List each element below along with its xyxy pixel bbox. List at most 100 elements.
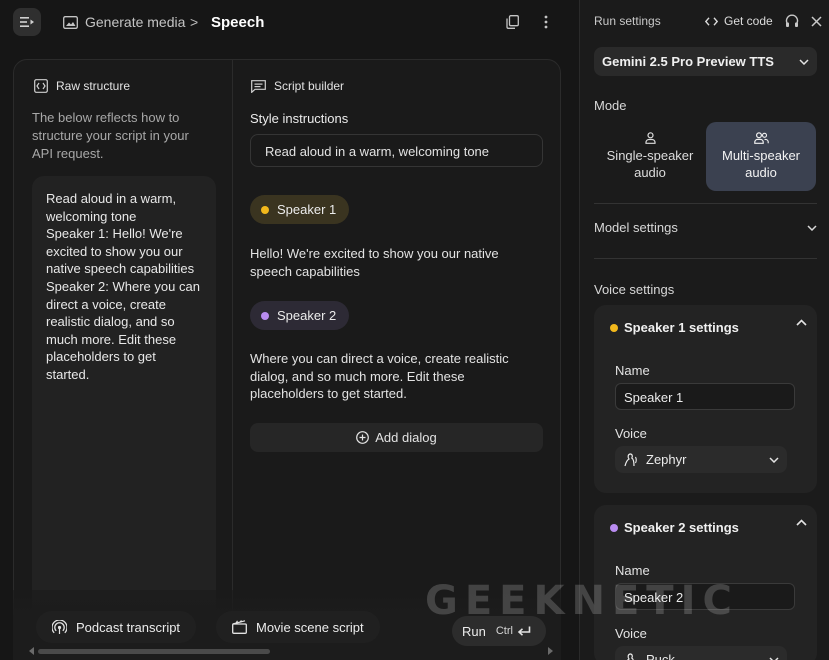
- chevron-up-icon[interactable]: [796, 319, 807, 326]
- menu-collapse-icon: [20, 17, 34, 27]
- people-icon: [753, 132, 769, 144]
- run-settings-panel: Run settings Get code Gemini 2.5 Pro Pre…: [579, 0, 829, 660]
- speaker-1-name-label: Name: [615, 363, 650, 378]
- speaker-1-dialog[interactable]: Hello! We're excited to show you our nat…: [250, 245, 540, 280]
- model-settings-label: Model settings: [594, 220, 678, 235]
- podcast-icon: [52, 619, 67, 634]
- speaker-1-settings-title: Speaker 1 settings: [624, 320, 739, 335]
- speaker-1-voice-label: Voice: [615, 426, 647, 441]
- speaker-1-voice-value: Zephyr: [646, 452, 687, 467]
- column-divider: [232, 60, 233, 660]
- add-circle-icon: [356, 431, 370, 444]
- chevron-down-icon: [799, 58, 809, 65]
- copy-button[interactable]: [504, 14, 520, 30]
- speaker-1-voice-select[interactable]: Zephyr: [615, 446, 787, 473]
- speaker-1-chip[interactable]: Speaker 1: [250, 195, 350, 224]
- raw-structure-header: Raw structure: [34, 79, 130, 93]
- mode-multi-speaker-option[interactable]: Multi-speaker audio: [706, 122, 816, 191]
- speaker-1-settings-dot: [610, 323, 618, 332]
- movie-icon: [232, 620, 247, 634]
- style-instructions-input[interactable]: Read aloud in a warm, welcoming tone: [250, 134, 543, 167]
- speaker-2-name-label: Name: [615, 563, 650, 578]
- voice-icon: [626, 652, 635, 660]
- speaker-1-voice-value-wrap: Zephyr: [623, 452, 686, 467]
- top-bar: Generate media > Speech: [0, 0, 579, 46]
- movie-scene-script-label: Movie scene script: [256, 619, 364, 635]
- model-select[interactable]: Gemini 2.5 Pro Preview TTS: [594, 47, 817, 76]
- speaker-1-dot: [261, 205, 269, 214]
- get-code-label: Get code: [724, 14, 773, 28]
- voice-icon: [624, 452, 637, 466]
- raw-structure-title: Raw structure: [56, 79, 131, 93]
- podcast-transcript-button[interactable]: Podcast transcript: [36, 611, 197, 643]
- chevron-down-icon: [769, 456, 779, 463]
- script-builder-header: Script builder: [251, 79, 344, 93]
- close-icon: [810, 15, 822, 27]
- enter-icon: [517, 626, 531, 636]
- more-vert-icon: [544, 15, 548, 29]
- podcast-transcript-label: Podcast transcript: [76, 619, 181, 635]
- speaker-2-voice-select[interactable]: Puck: [615, 646, 787, 660]
- get-code-button[interactable]: Get code: [705, 14, 773, 28]
- script-builder-title: Script builder: [274, 79, 345, 93]
- mode-single-speaker-option[interactable]: Single-speaker audio: [595, 122, 705, 191]
- chevron-down-icon: [807, 224, 817, 231]
- add-dialog-button[interactable]: Add dialog: [250, 423, 543, 452]
- breadcrumb-separator: >: [190, 14, 199, 30]
- scroll-left-arrow[interactable]: [29, 647, 34, 655]
- chevron-up-icon[interactable]: [796, 519, 807, 526]
- mode-single-label: Single-speaker audio: [606, 148, 694, 180]
- run-settings-title: Run settings: [594, 14, 661, 28]
- chevron-down-icon: [769, 656, 779, 660]
- watermark: GEEKNETIC: [425, 578, 739, 624]
- speaker-1-name-input[interactable]: Speaker 1: [615, 383, 795, 410]
- speaker-2-settings-dot: [610, 523, 618, 532]
- speaker-1-settings-card: Speaker 1 settings Name Speaker 1 Voice …: [594, 305, 817, 493]
- speaker-2-settings-header[interactable]: Speaker 2 settings: [610, 520, 739, 535]
- speaker-2-chip[interactable]: Speaker 2: [250, 301, 350, 330]
- model-select-value: Gemini 2.5 Pro Preview TTS: [602, 54, 774, 69]
- speaker-2-voice-label: Voice: [615, 626, 647, 641]
- mode-multi-label: Multi-speaker audio: [721, 148, 801, 180]
- breadcrumb-current: Speech: [211, 14, 264, 31]
- code-icon: [705, 16, 718, 26]
- run-shortcut: Ctrl: [496, 625, 531, 637]
- speaker-1-settings-header[interactable]: Speaker 1 settings: [610, 320, 739, 335]
- speaker-2-chip-label: Speaker 2: [277, 308, 337, 323]
- breadcrumb-generate-media[interactable]: Generate media: [63, 14, 185, 30]
- more-options-button[interactable]: [538, 14, 554, 30]
- scroll-right-arrow[interactable]: [548, 647, 553, 655]
- divider: [594, 258, 817, 259]
- raw-structure-icon: [34, 79, 48, 93]
- divider: [594, 203, 817, 204]
- copy-icon: [505, 15, 519, 29]
- speaker-2-voice-value-wrap: Puck: [623, 652, 675, 660]
- script-card: Raw structure The below reflects how to …: [13, 59, 561, 660]
- horizontal-scrollbar[interactable]: [38, 649, 270, 654]
- run-shortcut-key: Ctrl: [495, 625, 513, 637]
- voice-settings-label: Voice settings: [594, 282, 675, 297]
- close-panel-button[interactable]: [809, 14, 823, 28]
- compare-button[interactable]: [785, 14, 799, 28]
- movie-scene-script-button[interactable]: Movie scene script: [216, 611, 380, 643]
- menu-toggle-button[interactable]: [13, 8, 41, 36]
- speaker-2-dot: [261, 311, 269, 320]
- page-title: Speech: [211, 14, 265, 31]
- speaker-2-dialog[interactable]: Where you can direct a voice, create rea…: [250, 350, 540, 403]
- mode-label: Mode: [594, 98, 627, 113]
- script-builder-icon: [251, 79, 266, 93]
- style-instructions-label: Style instructions: [250, 111, 349, 126]
- breadcrumb-parent-label: Generate media: [85, 14, 186, 30]
- speaker-1-chip-label: Speaker 1: [277, 202, 337, 217]
- run-label: Run: [462, 623, 486, 639]
- speaker-2-voice-value: Puck: [646, 652, 675, 660]
- main-area: Generate media > Speech Raw structure Th…: [0, 0, 579, 660]
- raw-structure-content: Read aloud in a warm, welcoming tone Spe…: [32, 176, 216, 660]
- compare-icon: [785, 14, 799, 27]
- image-icon: [63, 15, 78, 29]
- model-settings-toggle[interactable]: Model settings: [594, 220, 817, 235]
- raw-structure-description: The below reflects how to structure your…: [32, 110, 189, 161]
- person-icon: [644, 132, 656, 144]
- app-root: Generate media > Speech Raw structure Th…: [0, 0, 829, 660]
- add-dialog-label: Add dialog: [375, 430, 437, 445]
